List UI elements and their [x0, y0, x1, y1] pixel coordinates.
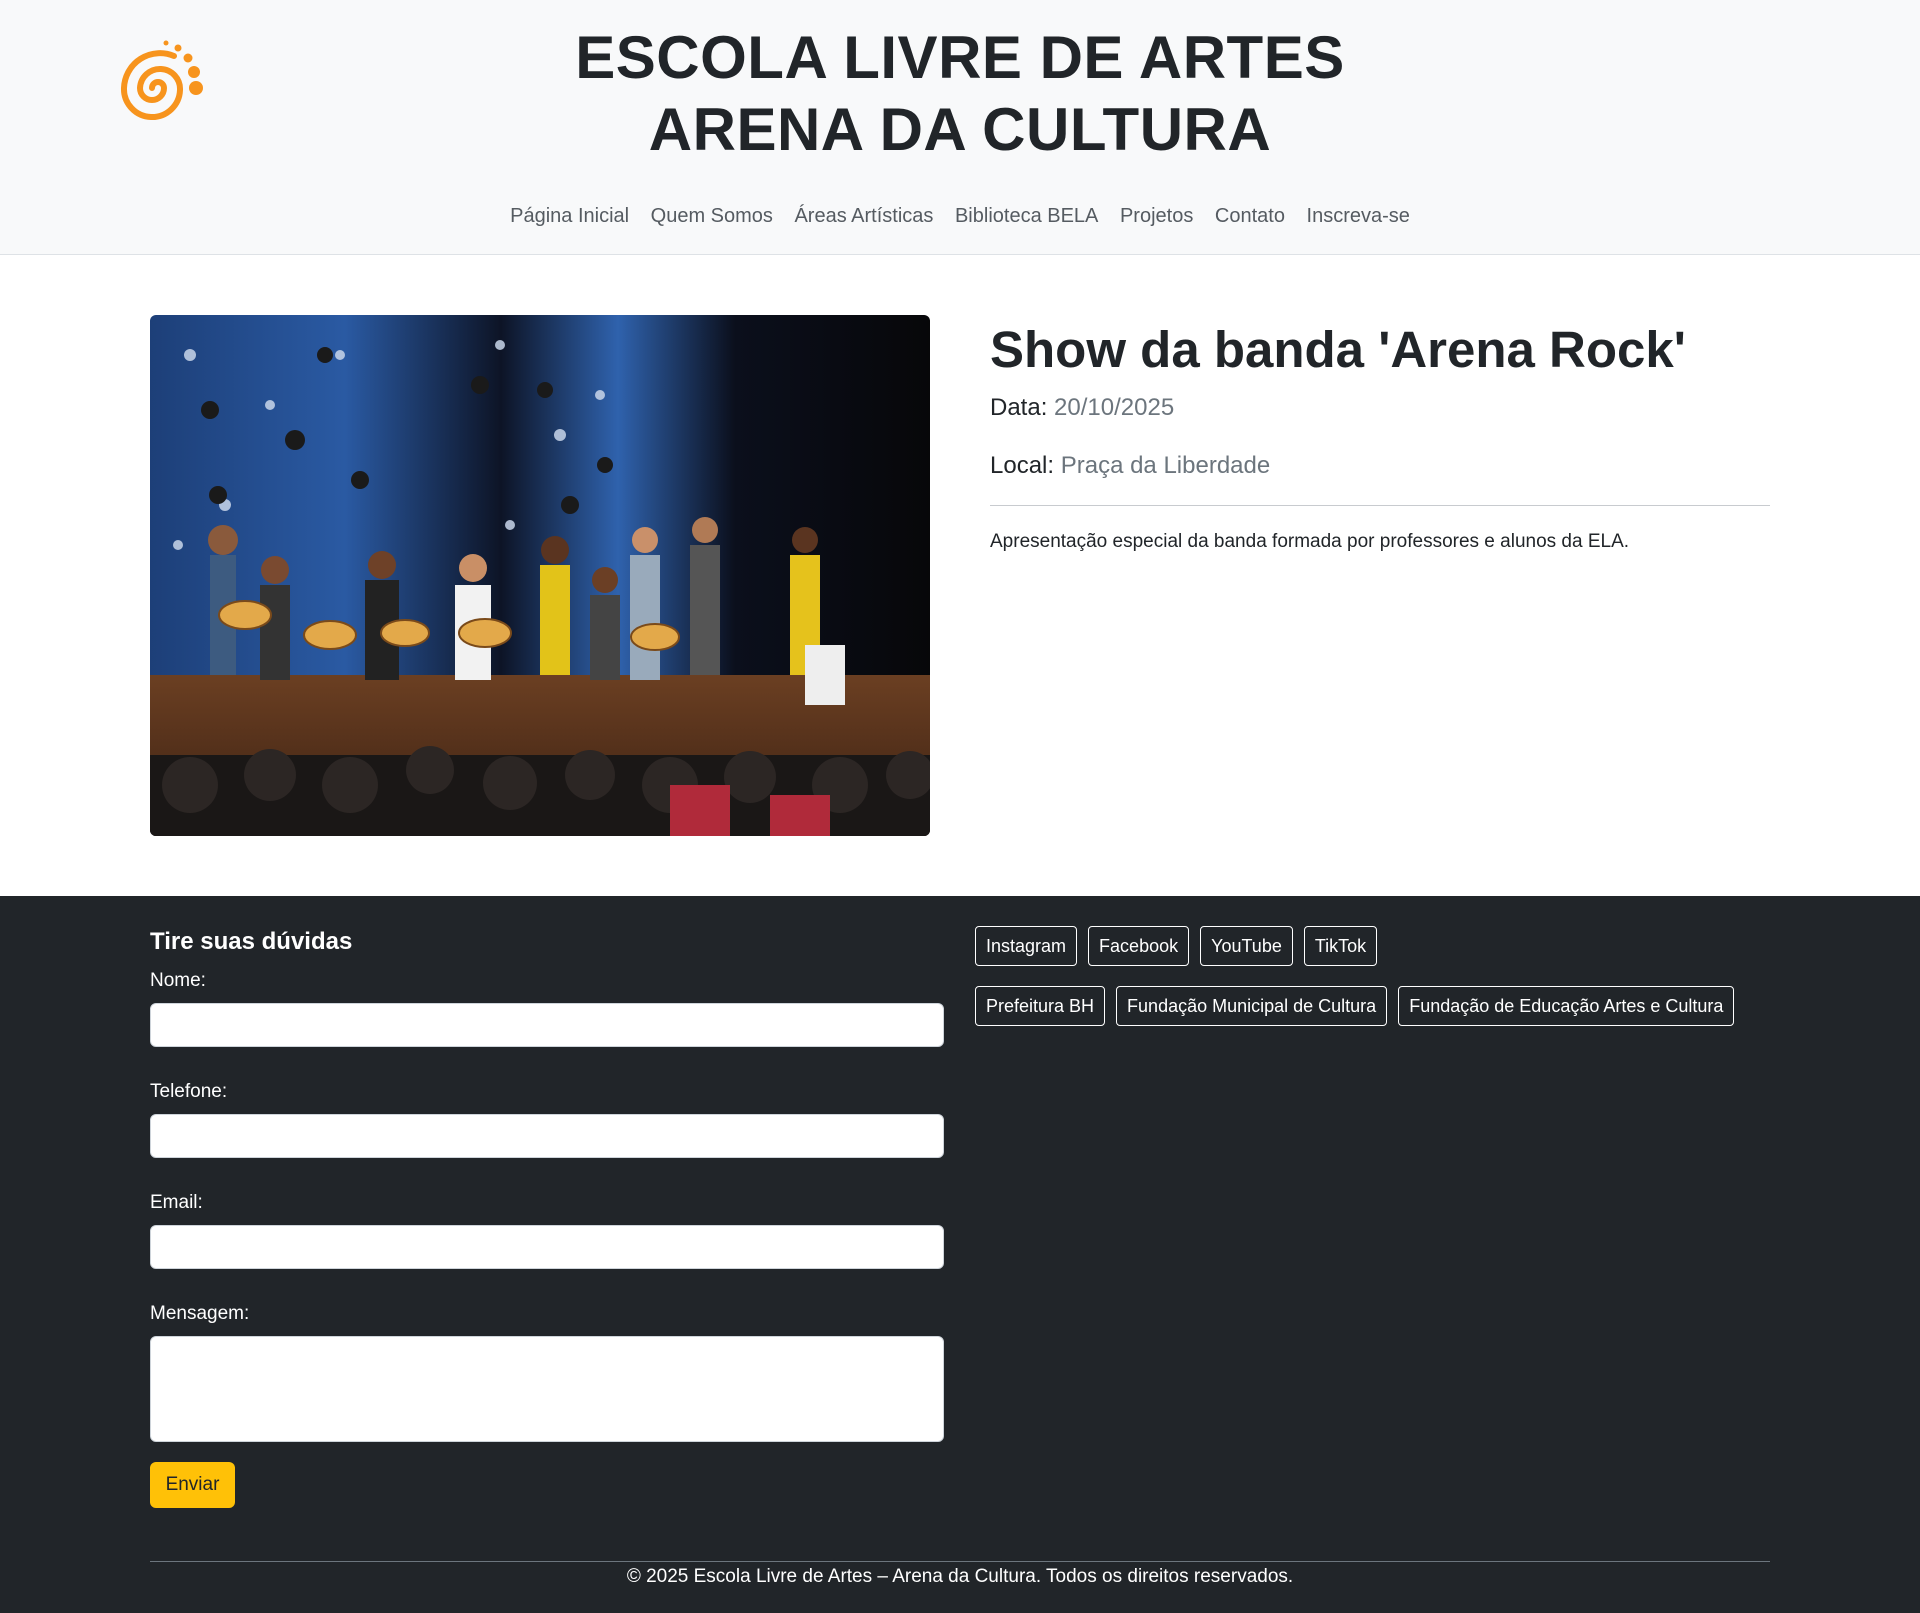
feac-link[interactable]: Fundação de Educação Artes e Cultura	[1398, 986, 1735, 1026]
event-info: Show da banda 'Arena Rock' Data: 20/10/2…	[990, 315, 1770, 556]
message-label: Mensagem:	[150, 1303, 250, 1324]
name-field[interactable]	[150, 1003, 944, 1047]
event-date: Data: 20/10/2025	[990, 391, 1770, 425]
email-field[interactable]	[150, 1225, 944, 1269]
site-title-line1: ESCOLA LIVRE DE ARTES	[575, 24, 1345, 91]
facebook-link[interactable]: Facebook	[1088, 926, 1190, 966]
copyright: © 2025 Escola Livre de Artes – Arena da …	[150, 1561, 1770, 1588]
social-links: Instagram Facebook YouTube TikTok	[975, 926, 1775, 966]
nav-about[interactable]: Quem Somos	[651, 205, 773, 227]
fmc-link[interactable]: Fundação Municipal de Cultura	[1116, 986, 1388, 1026]
tiktok-link[interactable]: TikTok	[1303, 926, 1378, 966]
instagram-link[interactable]: Instagram	[975, 926, 1078, 966]
nav-home[interactable]: Página Inicial	[510, 205, 629, 227]
nav-projects[interactable]: Projetos	[1120, 205, 1193, 227]
site-footer: Tire suas dúvidas Nome: Telefone: Email:…	[0, 896, 1920, 1613]
site-header: ESCOLA LIVRE DE ARTES ARENA DA CULTURA P…	[0, 0, 1920, 255]
phone-field[interactable]	[150, 1114, 944, 1158]
event-place: Local: Praça da Liberdade	[990, 449, 1770, 483]
nav-art-areas[interactable]: Áreas Artísticas	[794, 205, 933, 227]
event-date-label: Data:	[990, 394, 1048, 421]
divider	[990, 505, 1770, 506]
nav-signup[interactable]: Inscreva-se	[1307, 205, 1410, 227]
event-photo	[150, 315, 930, 836]
event-section: Show da banda 'Arena Rock' Data: 20/10/2…	[0, 255, 1920, 896]
event-description: Apresentação especial da banda formada p…	[990, 531, 1630, 552]
event-date-value: 20/10/2025	[1054, 394, 1175, 421]
submit-button[interactable]: Enviar	[150, 1462, 235, 1508]
nav-library[interactable]: Biblioteca BELA	[955, 205, 1098, 227]
phone-label: Telefone:	[150, 1081, 228, 1102]
main-nav: Página Inicial Quem Somos Áreas Artístic…	[0, 205, 1920, 228]
nav-contact[interactable]: Contato	[1215, 205, 1285, 227]
partner-links: Prefeitura BH Fundação Municipal de Cult…	[975, 986, 1775, 1026]
event-title: Show da banda 'Arena Rock'	[990, 321, 1686, 378]
name-label: Nome:	[150, 970, 206, 991]
email-label: Email:	[150, 1192, 203, 1213]
site-title: ESCOLA LIVRE DE ARTES ARENA DA CULTURA	[0, 22, 1920, 166]
site-title-line2: ARENA DA CULTURA	[648, 96, 1272, 163]
contact-form-heading: Tire suas dúvidas	[150, 928, 353, 955]
contact-form: Tire suas dúvidas Nome: Telefone: Email:…	[150, 926, 946, 1508]
event-place-value: Praça da Liberdade	[1060, 452, 1271, 479]
youtube-link[interactable]: YouTube	[1200, 926, 1293, 966]
footer-links: Instagram Facebook YouTube TikTok Prefei…	[975, 926, 1775, 1046]
event-place-label: Local:	[990, 452, 1055, 479]
message-field[interactable]	[150, 1336, 944, 1442]
prefeitura-link[interactable]: Prefeitura BH	[975, 986, 1106, 1026]
